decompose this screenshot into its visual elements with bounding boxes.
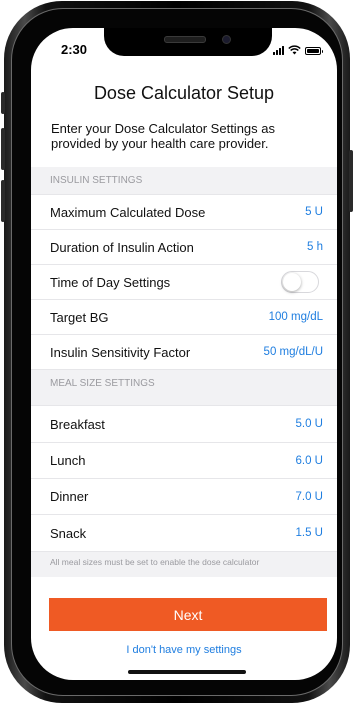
status-time: 2:30 bbox=[61, 42, 88, 57]
row-value: 50 mg/dL/U bbox=[263, 346, 323, 358]
front-camera bbox=[222, 35, 231, 44]
row-label: Insulin Sensitivity Factor bbox=[50, 344, 191, 360]
row-label: Target BG bbox=[50, 309, 109, 325]
row-maximum-calculated-dose[interactable]: Maximum Calculated Dose 5 U bbox=[31, 195, 337, 230]
volume-down-button bbox=[1, 180, 5, 222]
row-breakfast[interactable]: Breakfast 5.0 U bbox=[31, 406, 337, 443]
row-label: Snack bbox=[50, 525, 87, 541]
volume-up-button bbox=[1, 128, 5, 170]
section-header-insulin: INSULIN SETTINGS bbox=[31, 167, 337, 195]
phone-screen: 2:30 Dose Calculator Setup Enter your Do… bbox=[31, 28, 337, 680]
row-target-bg[interactable]: Target BG 100 mg/dL bbox=[31, 300, 337, 335]
row-duration-of-insulin-action[interactable]: Duration of Insulin Action 5 h bbox=[31, 230, 337, 265]
battery-icon bbox=[305, 47, 323, 55]
intro-text: Enter your Dose Calculator Settings as p… bbox=[51, 121, 275, 151]
row-value: 6.0 U bbox=[295, 454, 324, 467]
time-of-day-toggle[interactable] bbox=[281, 271, 319, 293]
mute-switch bbox=[1, 92, 5, 114]
speaker-grille bbox=[164, 36, 206, 43]
row-snack[interactable]: Snack 1.5 U bbox=[31, 515, 337, 552]
row-lunch[interactable]: Lunch 6.0 U bbox=[31, 443, 337, 479]
status-icons bbox=[273, 43, 323, 55]
row-dinner[interactable]: Dinner 7.0 U bbox=[31, 479, 337, 515]
next-button[interactable]: Next bbox=[49, 598, 327, 631]
row-value: 1.5 U bbox=[295, 527, 324, 539]
home-indicator[interactable] bbox=[128, 670, 246, 674]
toggle-knob bbox=[283, 273, 301, 291]
row-value: 5 h bbox=[307, 241, 323, 253]
row-time-of-day-settings: Time of Day Settings bbox=[31, 265, 337, 300]
row-value: 5.0 U bbox=[295, 418, 324, 430]
notch bbox=[104, 28, 272, 56]
side-button bbox=[349, 150, 353, 212]
row-value: 100 mg/dL bbox=[268, 311, 323, 323]
row-label: Breakfast bbox=[50, 416, 105, 432]
row-insulin-sensitivity-factor[interactable]: Insulin Sensitivity Factor 50 mg/dL/U bbox=[31, 335, 337, 370]
row-label: Time of Day Settings bbox=[50, 274, 171, 290]
row-label: Lunch bbox=[50, 453, 86, 468]
section-header-meal-size: MEAL SIZE SETTINGS bbox=[31, 370, 337, 406]
wifi-icon bbox=[288, 45, 301, 55]
row-label: Maximum Calculated Dose bbox=[50, 204, 206, 220]
footnote: All meal sizes must be set to enable the… bbox=[31, 552, 337, 577]
row-label: Dinner bbox=[50, 489, 89, 504]
row-value: 7.0 U bbox=[295, 490, 324, 503]
row-label: Duration of Insulin Action bbox=[50, 239, 194, 255]
page-title: Dose Calculator Setup bbox=[93, 83, 275, 103]
cellular-signal-icon bbox=[273, 45, 284, 55]
row-value: 5 U bbox=[305, 206, 323, 218]
no-settings-link[interactable]: I don't have my settings bbox=[31, 644, 337, 656]
